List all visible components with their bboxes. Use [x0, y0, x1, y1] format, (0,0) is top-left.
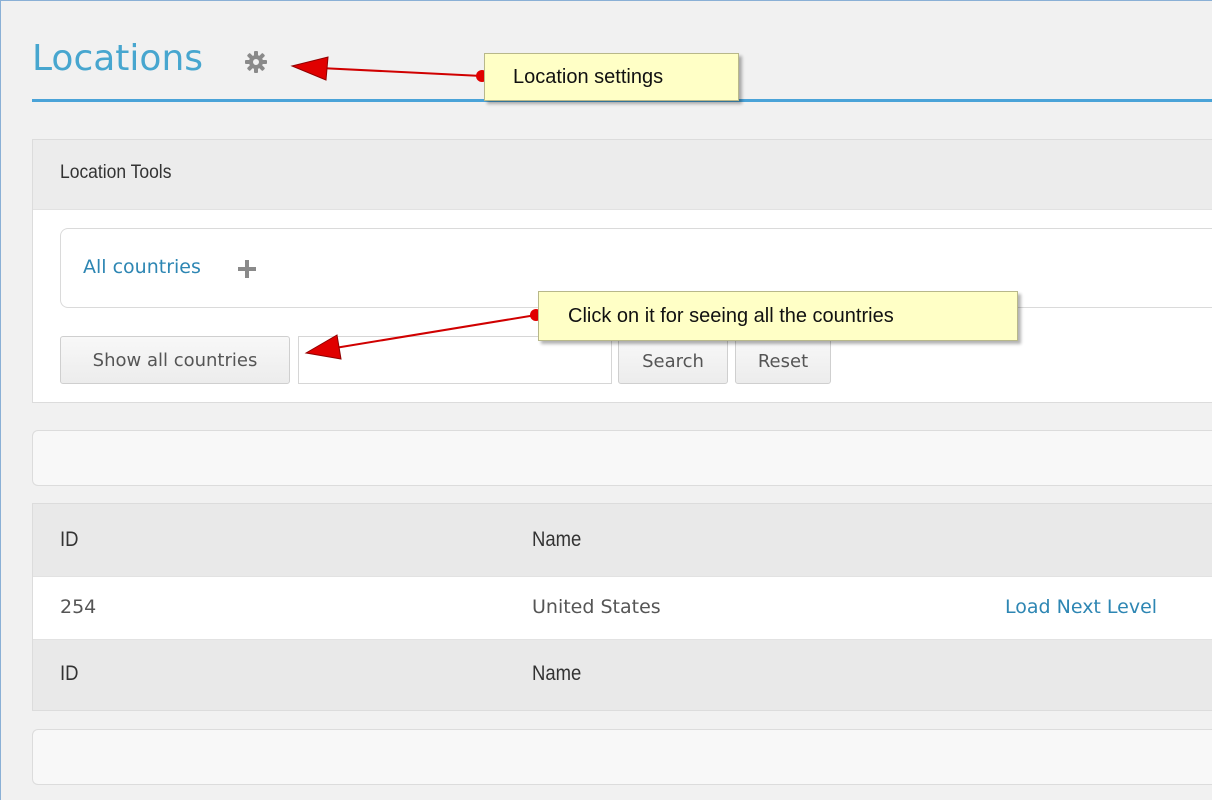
pagination-bar-top — [32, 430, 1212, 486]
cell-name: United States — [532, 596, 661, 618]
annotation-show-all-countries: Click on it for seeing all the countries — [538, 291, 1018, 341]
annotation-location-settings: Location settings — [484, 53, 739, 101]
gear-icon[interactable] — [244, 50, 268, 74]
column-header-name: Name — [532, 528, 582, 551]
search-input[interactable] — [298, 336, 612, 384]
footer-header-id: ID — [60, 662, 79, 685]
footer-header-name: Name — [532, 662, 582, 685]
locations-table: ID Name 254 United States Load Next Leve… — [32, 503, 1212, 711]
page-title: Locations — [32, 38, 204, 79]
cell-id: 254 — [60, 596, 97, 618]
table-header: ID Name — [33, 504, 1212, 576]
breadcrumb-all-countries-link[interactable]: All countries — [83, 256, 201, 278]
reset-button[interactable]: Reset — [735, 338, 831, 384]
table-footer: ID Name — [33, 640, 1212, 710]
load-next-level-link[interactable]: Load Next Level — [1005, 596, 1157, 618]
pagination-bar-bottom — [32, 729, 1212, 785]
plus-icon[interactable] — [237, 259, 257, 279]
panel-header: Location Tools — [33, 140, 1212, 210]
panel-title: Location Tools — [60, 162, 172, 183]
column-header-id: ID — [60, 528, 79, 551]
location-tools-panel: Location Tools All countries Show all co… — [32, 139, 1212, 403]
table-row: 254 United States Load Next Level — [33, 576, 1212, 640]
search-button[interactable]: Search — [618, 338, 728, 384]
show-all-countries-button[interactable]: Show all countries — [60, 336, 290, 384]
